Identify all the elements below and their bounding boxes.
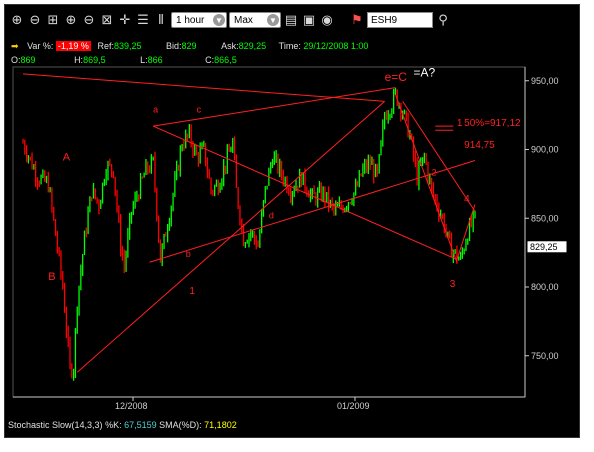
last-price-label: 829,25 [530,242,558,252]
chart-annotation: 1 [189,286,195,297]
chart-annotation: A [63,152,71,164]
chart-annotation: 50%=917,12 [464,118,521,129]
chart-annotation: 914,75 [464,140,495,151]
y-tick-label: 900,00 [531,145,559,155]
x-tick-label: 12/2008 [115,401,148,411]
stochastic-info-row: Stochastic Slow(14,3,3) %K: 67,5159 SMA(… [4,420,578,433]
k-value: 67,5159 [124,420,157,430]
k-label: %K: [105,420,122,430]
price-chart[interactable]: 950,00 900,00 850,00 800,00 750,00 12/2008 01/… [5,5,579,437]
chart-annotation: 1 [457,118,463,129]
chart-annotation: 2 [432,168,437,178]
y-tick-label: 800,00 [531,282,559,292]
stochastic-label: Stochastic Slow(14,3,3) [8,420,103,430]
chart-annotation: d [269,210,274,220]
chart-annotation: a [153,104,158,114]
chart-annotation: c [197,104,202,114]
x-tick-label: 01/2009 [337,401,370,411]
sma-value: 71,1802 [204,420,237,430]
y-tick-label: 850,00 [531,213,559,223]
chart-window: ⊕ ⊖ ⊞ ⊕ ⊖ ⊠ ✛ ☰ ⦀ 1 hour ▼ Max ▼ ▤ ▣ ◉ ⚑… [4,4,580,438]
chart-annotation: =A? [414,66,436,80]
y-tick-label: 950,00 [531,76,559,86]
chart-annotation: e=C [385,70,408,84]
chart-annotation: b [186,249,191,259]
chart-annotation: 4 [464,194,470,205]
y-tick-label: 750,00 [531,351,559,361]
chart-annotation: B [48,271,55,283]
sma-label: SMA(%D): [159,420,202,430]
chart-annotation: 3 [450,279,456,290]
